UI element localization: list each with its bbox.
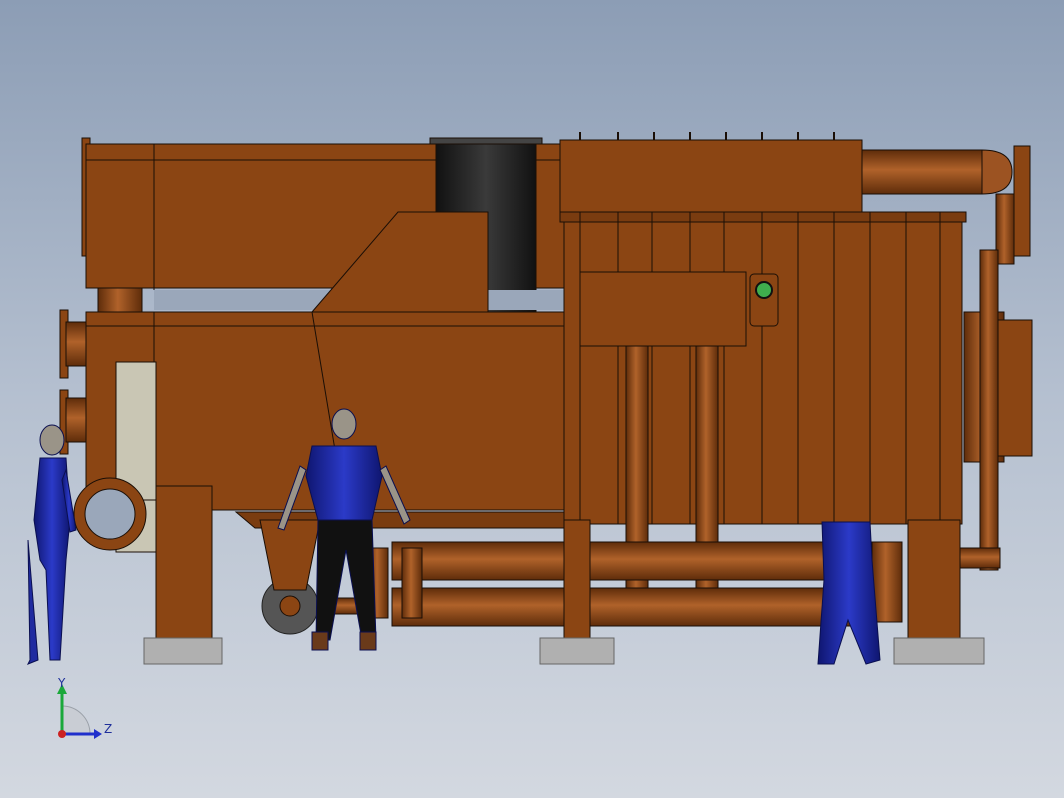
mid-foot[interactable] xyxy=(539,637,615,665)
figure-left[interactable] xyxy=(26,424,77,665)
absorber-shell[interactable] xyxy=(563,211,963,525)
right-drain-pipe[interactable] xyxy=(979,249,999,571)
y-axis-label: Y xyxy=(58,676,66,690)
top-right-pipe[interactable] xyxy=(861,149,983,195)
left-leg[interactable] xyxy=(155,485,213,639)
right-flange-top[interactable] xyxy=(1013,145,1031,257)
absorption-chiller-model[interactable] xyxy=(59,132,1033,665)
right-foot[interactable] xyxy=(893,637,985,665)
right-leg[interactable] xyxy=(907,519,961,639)
graphics-viewport[interactable]: Y Z xyxy=(0,0,1064,798)
chimney-cap[interactable] xyxy=(429,137,543,145)
model-view[interactable] xyxy=(0,0,1064,798)
pump-cone[interactable] xyxy=(259,519,321,591)
left-nozzle-low[interactable] xyxy=(65,397,89,443)
left-foot[interactable] xyxy=(143,637,223,665)
mid-leg[interactable] xyxy=(563,519,591,639)
left-nozzle-mid[interactable] xyxy=(65,321,89,367)
right-header-box[interactable] xyxy=(559,139,863,221)
lower-header-pipe-1[interactable] xyxy=(391,541,873,581)
lower-header-pipe-2[interactable] xyxy=(391,587,873,627)
control-panel[interactable] xyxy=(579,271,747,347)
z-axis-label: Z xyxy=(104,722,113,736)
triad-arc xyxy=(61,705,91,735)
coordinate-triad[interactable]: Y Z xyxy=(48,676,128,746)
top-bolts xyxy=(579,132,835,140)
x-axis-dot xyxy=(58,730,66,738)
right-flange-mid[interactable] xyxy=(997,319,1033,457)
status-indicator[interactable] xyxy=(755,281,773,299)
figure-right[interactable] xyxy=(817,521,881,665)
